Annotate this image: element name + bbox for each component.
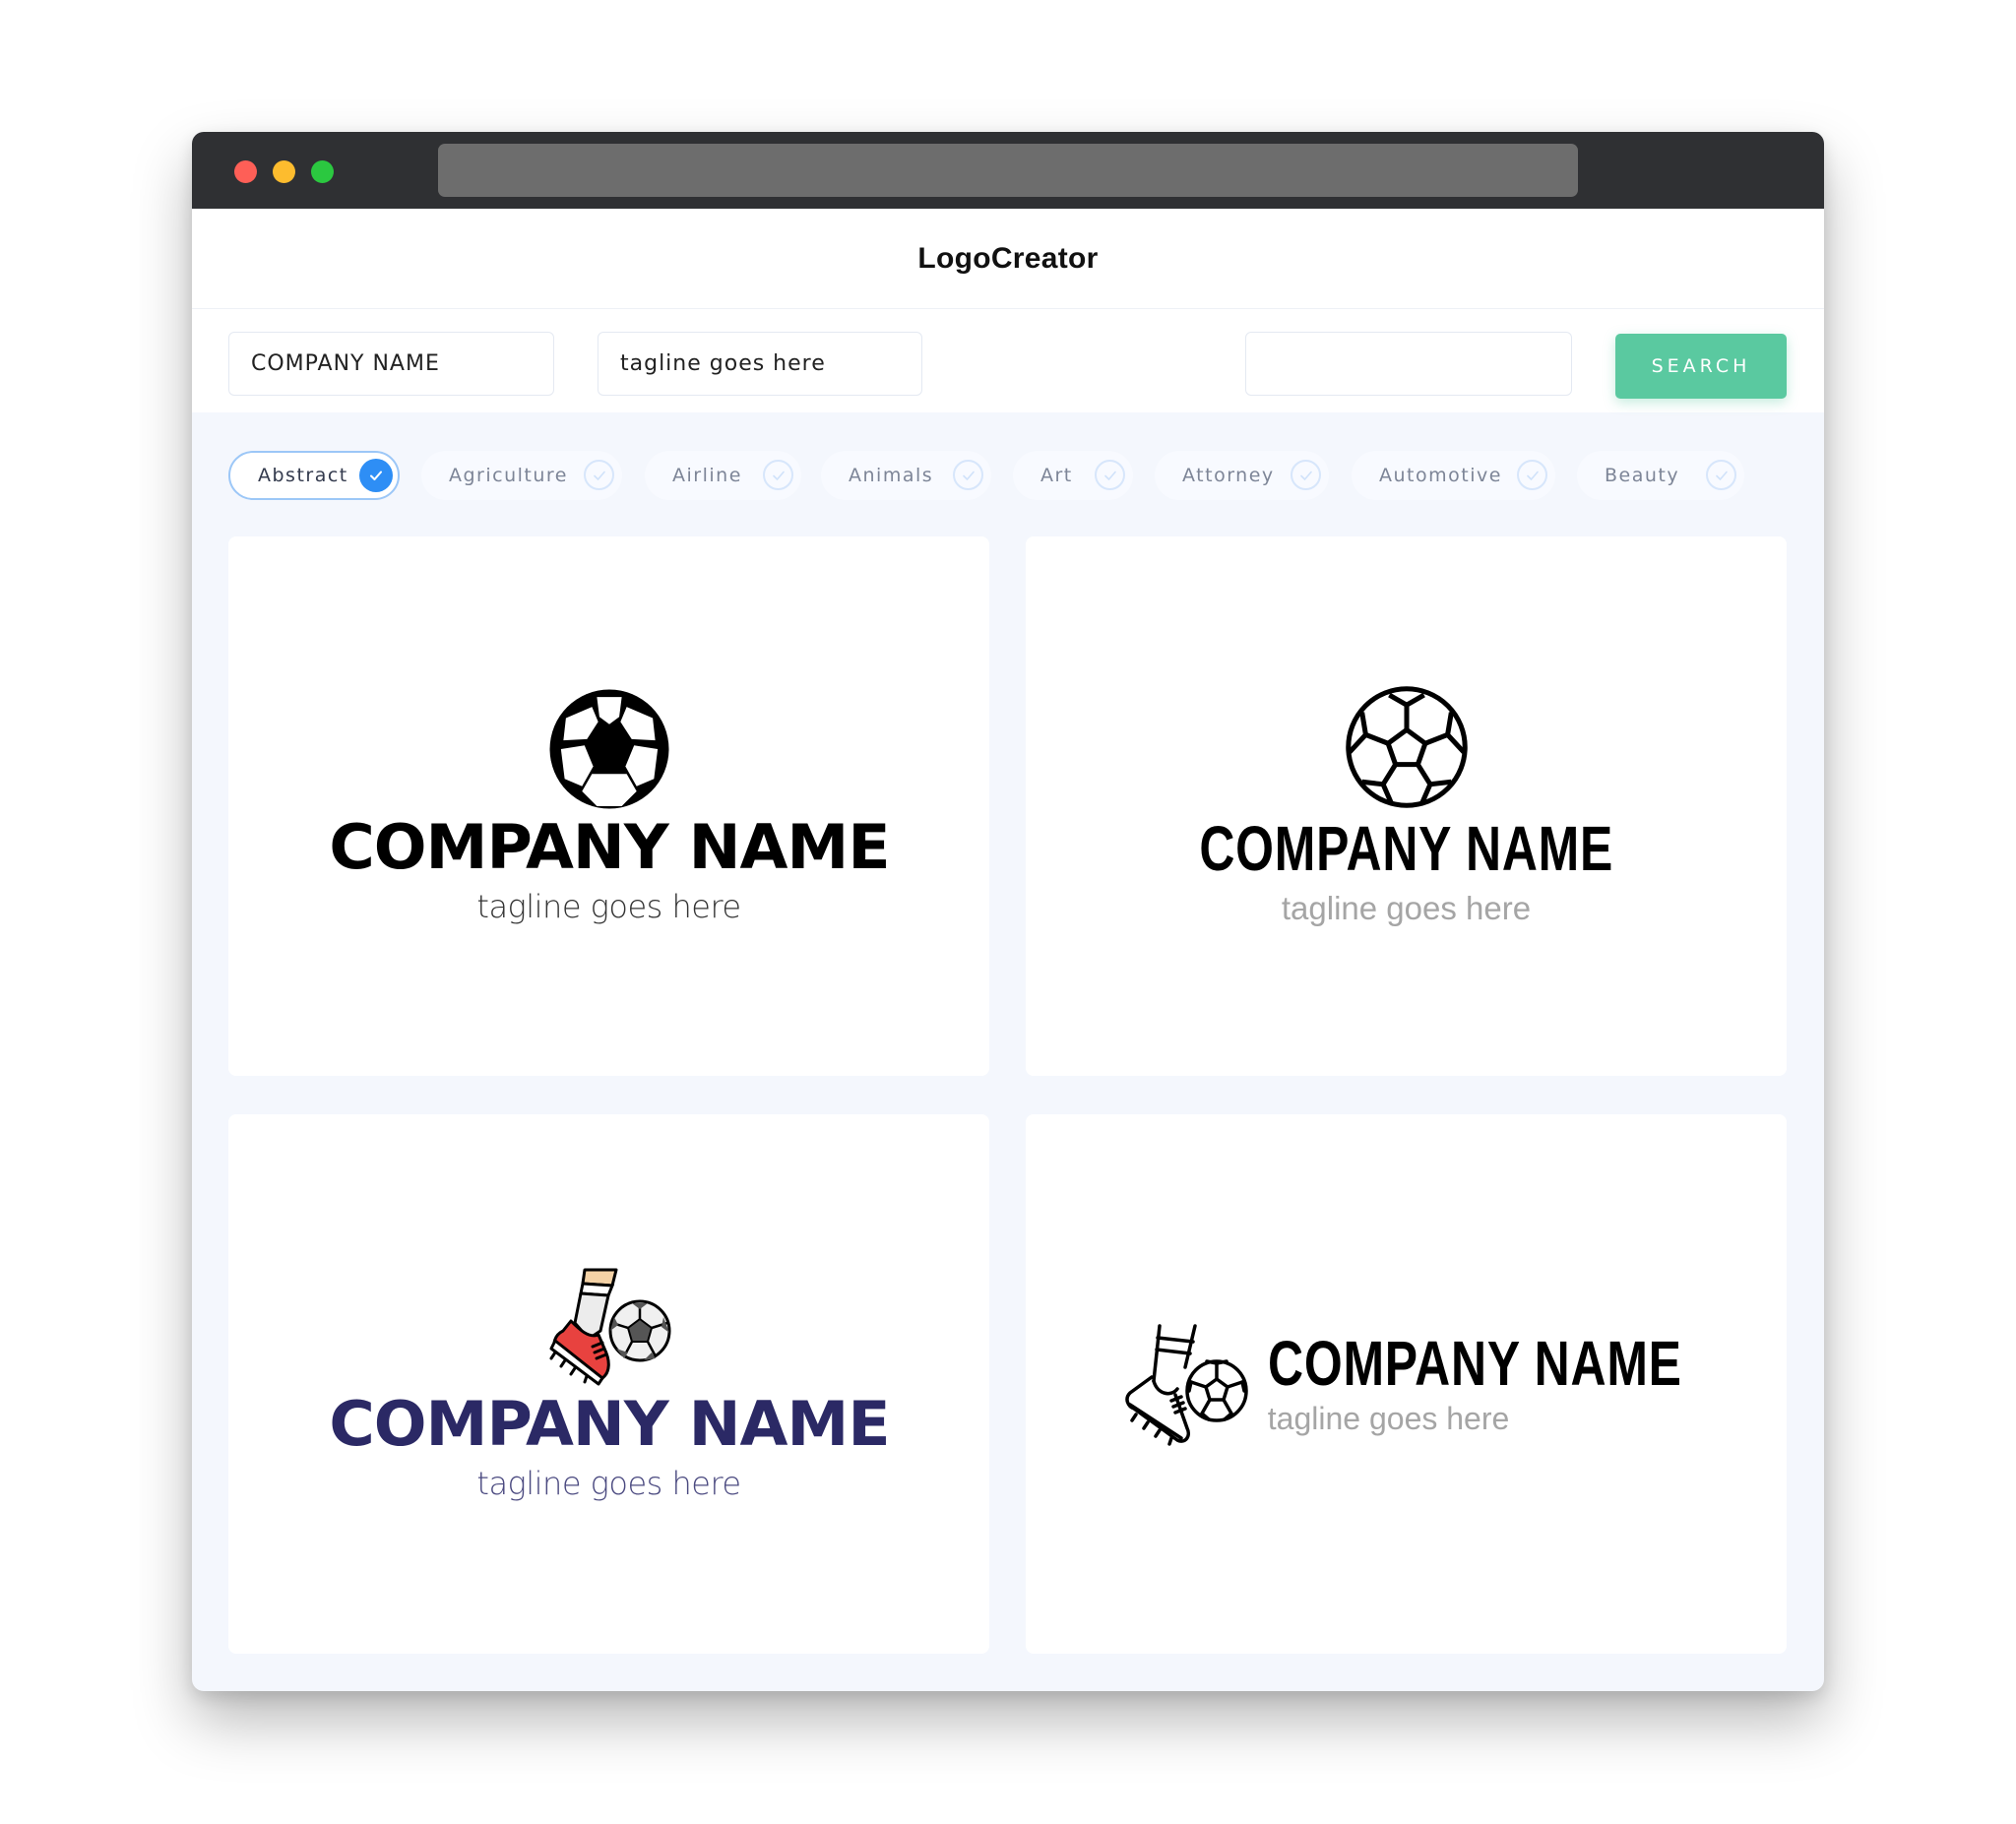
category-label: Art (1040, 465, 1073, 486)
logo-text-group: COMPANY NAME tagline goes here (1268, 1332, 1690, 1437)
soccer-kick-color-icon (549, 1268, 670, 1386)
category-label: Airline (672, 465, 742, 486)
logo-tagline: tagline goes here (1281, 890, 1532, 926)
soccer-ball-filled-icon (549, 689, 668, 809)
logo-tagline: tagline goes here (476, 1465, 741, 1502)
check-icon (1706, 460, 1736, 490)
category-label: Automotive (1379, 465, 1502, 486)
category-chip-abstract[interactable]: Abstract (228, 451, 400, 500)
logo-preview: COMPANY NAME tagline goes here (1026, 1114, 1787, 1654)
category-label: Agriculture (449, 465, 568, 486)
app-title: LogoCreator (917, 241, 1099, 275)
category-label: Beauty (1605, 465, 1680, 486)
category-label: Animals (849, 465, 934, 486)
logo-tagline: tagline goes here (476, 888, 741, 925)
logo-company-name: COMPANY NAME (328, 811, 890, 883)
soccer-kick-outline-icon (1125, 1324, 1248, 1446)
logo-card[interactable]: COMPANY NAME tagline goes here (228, 1114, 989, 1654)
category-chip-automotive[interactable]: Automotive (1352, 451, 1555, 500)
company-name-input[interactable]: COMPANY NAME (228, 332, 554, 396)
category-chip-attorney[interactable]: Attorney (1155, 451, 1329, 500)
search-button[interactable]: SEARCH (1615, 334, 1787, 399)
soccer-ball-outline-icon (1345, 686, 1468, 808)
check-icon (1095, 460, 1125, 490)
logo-preview: COMPANY NAME tagline goes here (228, 1114, 989, 1654)
category-label: Attorney (1182, 465, 1275, 486)
window-titlebar (192, 132, 1824, 209)
app-header: LogoCreator (192, 209, 1824, 308)
category-chip-airline[interactable]: Airline (645, 451, 801, 500)
logo-company-name: COMPANY NAME (1267, 1327, 1682, 1399)
logo-card[interactable]: COMPANY NAME tagline goes here (228, 536, 989, 1076)
address-bar[interactable] (438, 144, 1578, 197)
maximize-window-button[interactable] (311, 160, 334, 183)
logo-company-name: COMPANY NAME (328, 1388, 890, 1460)
category-filter-bar: Abstract Agriculture Airline Animals Art (228, 451, 1803, 506)
category-chip-animals[interactable]: Animals (821, 451, 991, 500)
tagline-input[interactable]: tagline goes here (598, 332, 922, 396)
category-chip-agriculture[interactable]: Agriculture (421, 451, 622, 500)
check-icon (1291, 460, 1321, 490)
browser-window: LogoCreator COMPANY NAME tagline goes he… (192, 132, 1824, 1691)
logo-preview: COMPANY NAME tagline goes here (1026, 536, 1787, 1076)
check-icon (1517, 460, 1547, 490)
check-icon (953, 460, 983, 490)
logo-company-name: COMPANY NAME (1199, 813, 1613, 884)
check-icon (763, 460, 793, 490)
close-window-button[interactable] (234, 160, 257, 183)
keyword-search-input[interactable] (1245, 332, 1572, 396)
category-label: Abstract (258, 465, 348, 486)
logo-tagline: tagline goes here (1267, 1400, 1510, 1436)
category-chip-beauty[interactable]: Beauty (1577, 451, 1744, 500)
minimize-window-button[interactable] (273, 160, 295, 183)
check-icon (584, 460, 614, 490)
logo-preview: COMPANY NAME tagline goes here (228, 536, 989, 1076)
category-chip-art[interactable]: Art (1013, 451, 1133, 500)
logo-card[interactable]: COMPANY NAME tagline goes here (1026, 536, 1787, 1076)
logo-card[interactable]: COMPANY NAME tagline goes here (1026, 1114, 1787, 1654)
search-toolbar: COMPANY NAME tagline goes here SEARCH (192, 308, 1824, 412)
check-icon (359, 459, 393, 492)
